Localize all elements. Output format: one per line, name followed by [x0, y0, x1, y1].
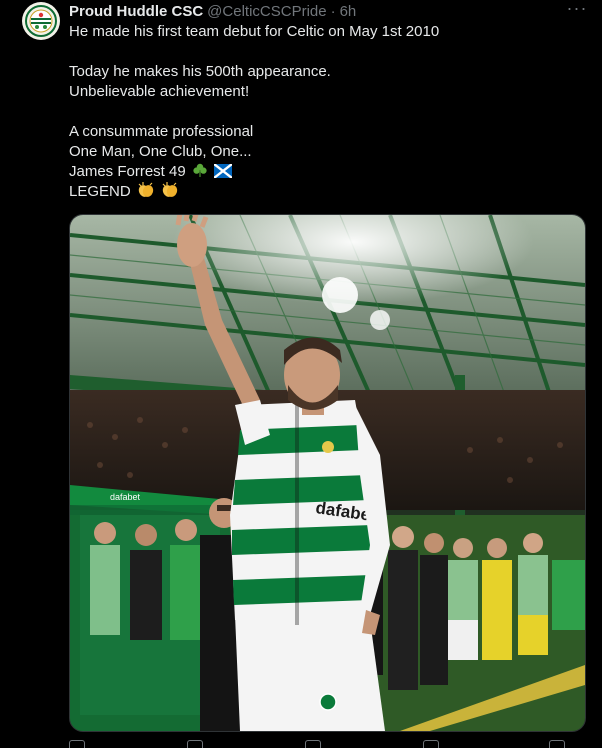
- avatar[interactable]: [22, 2, 60, 40]
- tweet-card[interactable]: Proud Huddle CSC @CelticCSCPride · 6h ··…: [0, 0, 602, 748]
- tweet-header: Proud Huddle CSC @CelticCSCPride · 6h: [69, 2, 356, 20]
- user-handle[interactable]: @CelticCSCPride: [207, 3, 326, 20]
- reply-icon[interactable]: [69, 740, 85, 748]
- text-line: LEGEND: [69, 183, 131, 200]
- repost-icon[interactable]: [187, 740, 203, 748]
- tweet-media[interactable]: dafabet dafabet: [69, 214, 586, 732]
- timestamp[interactable]: 6h: [340, 3, 357, 20]
- more-dots-icon[interactable]: ···: [566, 0, 588, 20]
- player-waving-photo: dafabet dafabet: [70, 215, 585, 731]
- like-icon[interactable]: [305, 740, 321, 748]
- text-line: Unbelievable achievement!: [69, 83, 250, 100]
- shamrock-emoji: [192, 162, 208, 184]
- action-bar: [69, 740, 586, 748]
- hoarding-text: dafabet: [110, 492, 141, 502]
- clapping-hands-emoji: [161, 182, 179, 204]
- text-line: One Man, One Club, One...: [69, 143, 252, 160]
- tweet-text: He made his first team debut for Celtic …: [69, 22, 569, 202]
- views-icon[interactable]: [423, 740, 439, 748]
- text-line: A consummate professional: [69, 123, 254, 140]
- clapping-hands-emoji: [137, 182, 155, 204]
- separator-dot: ·: [330, 2, 336, 20]
- text-line: Today he makes his 500th appearance.: [69, 63, 331, 80]
- club-crest-icon: [23, 3, 59, 39]
- scotland-flag-emoji: [213, 163, 233, 184]
- text-line-with-emoji: James Forrest 49: [69, 162, 569, 182]
- text-line: James Forrest 49: [69, 163, 186, 180]
- share-icon[interactable]: [549, 740, 565, 748]
- display-name[interactable]: Proud Huddle CSC: [69, 3, 203, 20]
- text-line: He made his first team debut for Celtic …: [69, 23, 440, 40]
- text-line-with-emoji: LEGEND: [69, 182, 569, 202]
